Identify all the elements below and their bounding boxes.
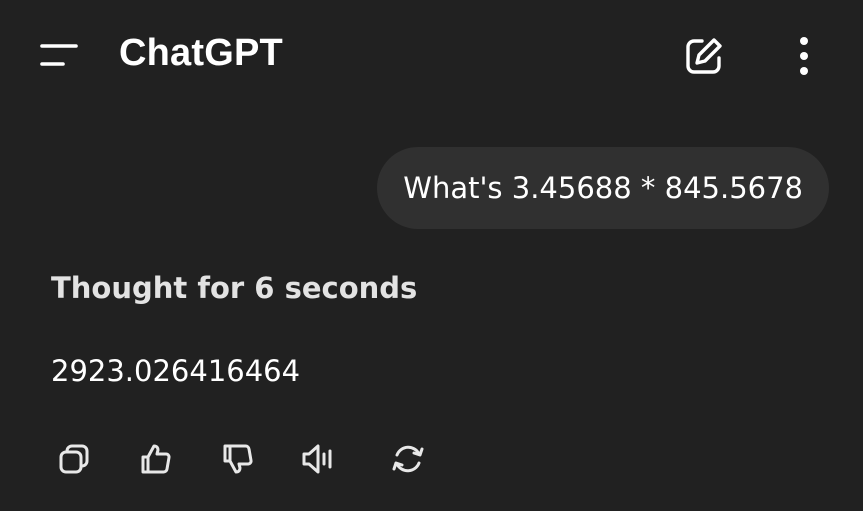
thumbs-up-button[interactable] (134, 436, 178, 482)
read-aloud-button[interactable] (298, 436, 342, 482)
thumbs-down-button[interactable] (216, 436, 260, 482)
user-message-text: What's 3.45688 * 845.5678 (403, 171, 803, 205)
assistant-answer: 2923.026416464 (51, 354, 301, 388)
edit-icon (683, 35, 725, 77)
more-options-button[interactable] (784, 28, 824, 84)
copy-button[interactable] (52, 436, 96, 482)
new-chat-button[interactable] (676, 28, 732, 84)
regenerate-button[interactable] (386, 436, 430, 482)
menu-button[interactable] (30, 30, 88, 80)
refresh-icon (388, 441, 428, 477)
user-message-bubble[interactable]: What's 3.45688 * 845.5678 (377, 147, 829, 229)
speaker-icon (300, 441, 340, 477)
more-vertical-icon (798, 36, 810, 76)
thumbs-up-icon (138, 441, 174, 477)
menu-icon (39, 42, 79, 68)
thumbs-down-icon (220, 441, 256, 477)
copy-icon (56, 441, 92, 477)
app-title: ChatGPT (119, 32, 283, 74)
top-app-bar: ChatGPT (0, 0, 863, 110)
thought-duration-label[interactable]: Thought for 6 seconds (51, 271, 417, 305)
